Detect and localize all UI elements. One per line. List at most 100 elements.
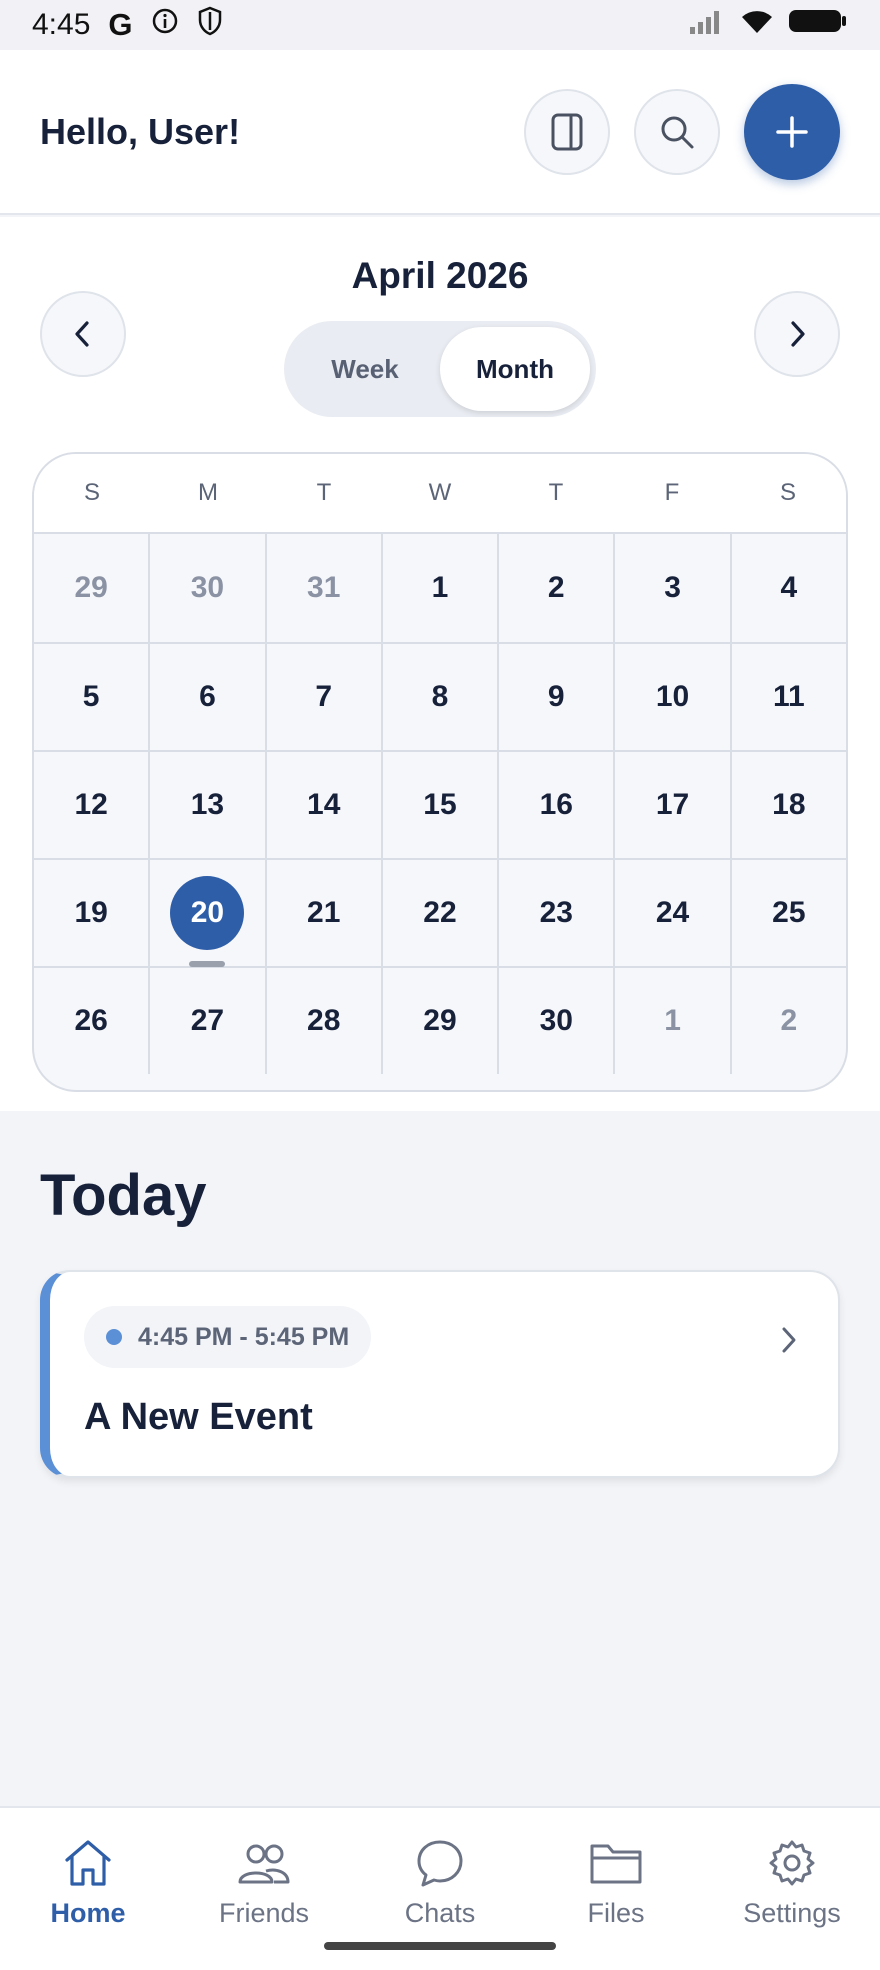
gear-icon [769, 1840, 815, 1886]
month-view-tab[interactable]: Month [440, 327, 590, 411]
calendar-day-number: 7 [315, 680, 333, 713]
search-button[interactable] [634, 88, 720, 175]
calendar-day-number: 27 [190, 1004, 225, 1037]
sidebar-toggle-button[interactable] [524, 88, 610, 175]
calendar-day-number: 11 [772, 680, 805, 713]
calendar-day[interactable]: 28 [264, 968, 381, 1074]
chat-icon [417, 1840, 463, 1887]
previous-month-button[interactable] [40, 291, 126, 377]
folder-icon [590, 1844, 642, 1884]
calendar-day[interactable]: 29 [380, 968, 497, 1074]
next-month-button[interactable] [754, 291, 840, 377]
calendar-day[interactable]: 11 [729, 644, 846, 750]
calendar-day-number: 19 [74, 896, 108, 929]
calendar-day-number: 8 [431, 680, 449, 713]
calendar-week-row: 12 13 14 15 16 17 18 [34, 750, 846, 858]
wifi-icon [740, 7, 774, 43]
calendar-day-number: 9 [547, 680, 565, 713]
calendar-week-row: 5 6 7 8 9 10 11 [34, 642, 846, 750]
calendar-day-number: 20 [170, 876, 245, 950]
calendar-day[interactable]: 23 [497, 860, 613, 966]
calendar-day-number: 1 [664, 1004, 681, 1037]
nav-settings[interactable]: Settings [704, 1808, 880, 1970]
calendar-day[interactable]: 31 [264, 534, 381, 642]
calendar-day[interactable]: 19 [34, 860, 148, 966]
calendar-day[interactable]: 22 [380, 860, 497, 966]
nav-files-label: Files [587, 1898, 645, 1928]
calendar-day[interactable]: 7 [264, 644, 381, 750]
calendar-day-selected[interactable]: 20 [148, 860, 264, 967]
signal-icon [688, 7, 726, 43]
calendar-day[interactable]: 15 [380, 752, 497, 858]
event-title: A New Event [84, 1396, 313, 1438]
app-header: Hello, User! [0, 50, 880, 215]
calendar-day-number: 2 [547, 571, 565, 604]
view-toggle: Week Month [284, 321, 596, 417]
calendar-day-number: 23 [539, 896, 573, 929]
calendar-day[interactable]: 25 [729, 860, 846, 966]
calendar-day[interactable]: 2 [497, 534, 613, 642]
calendar-day[interactable]: 26 [34, 968, 148, 1074]
calendar-day-number: 26 [74, 1004, 108, 1037]
calendar-day[interactable]: 9 [497, 644, 613, 750]
calendar-day[interactable]: 30 [148, 534, 264, 642]
add-icon [776, 115, 808, 148]
calendar-day[interactable]: 16 [497, 752, 613, 858]
calendar-day[interactable]: 30 [497, 968, 613, 1074]
calendar-day[interactable]: 13 [148, 752, 264, 858]
calendar-weeks: 29 30 31 1 2 3 4 5 6 7 8 9 10 11 12 13 14 15 16 17 18 19 20 21 2… [34, 534, 846, 1074]
calendar-day-number: 21 [307, 896, 341, 929]
chevron-left-icon [75, 321, 89, 347]
info-icon [151, 7, 179, 43]
friends-icon [238, 1844, 290, 1884]
event-time-pill: 4:45 PM - 5:45 PM [84, 1306, 372, 1368]
month-title: April 2026 [351, 255, 529, 296]
google-icon: G [108, 7, 133, 42]
chevron-right-icon [791, 321, 805, 347]
calendar-day[interactable]: 27 [148, 968, 264, 1074]
weekday-header: SMTWTFS [34, 454, 846, 534]
status-bar: 4:45 G [0, 0, 880, 50]
calendar-day-number: 17 [655, 788, 690, 821]
calendar-day[interactable]: 24 [613, 860, 729, 966]
sidebar-toggle-icon [551, 113, 583, 150]
nav-chats-label: Chats [404, 1898, 476, 1928]
calendar-day[interactable]: 21 [264, 860, 381, 966]
calendar-day[interactable]: 5 [34, 644, 148, 750]
calendar-day[interactable]: 1 [613, 968, 729, 1074]
nav-settings-label: Settings [743, 1898, 841, 1928]
calendar-day[interactable]: 29 [34, 534, 148, 642]
calendar-day[interactable]: 18 [729, 752, 846, 858]
calendar-day[interactable]: 12 [34, 752, 148, 858]
calendar-day-number: 10 [655, 680, 690, 713]
battery-icon [788, 7, 848, 43]
calendar-day[interactable]: 10 [613, 644, 729, 750]
calendar-week-row: 19 20 21 22 23 24 25 [34, 858, 846, 967]
calendar-day[interactable]: 17 [613, 752, 729, 858]
week-view-tab[interactable]: Week [290, 327, 440, 411]
weekday-label: T [316, 479, 332, 506]
calendar-week-row: 26 27 28 29 30 1 2 [34, 966, 846, 1074]
calendar-day-number: 31 [307, 571, 341, 604]
calendar-day[interactable]: 2 [729, 968, 846, 1074]
calendar-day[interactable]: 6 [148, 644, 264, 750]
calendar-day-number: 25 [772, 896, 806, 929]
calendar-day-number: 14 [307, 788, 341, 821]
calendar-day[interactable]: 1 [380, 534, 497, 642]
calendar-day-number: 1 [431, 571, 449, 604]
calendar-day[interactable]: 3 [613, 534, 729, 642]
weekday-label: T [548, 479, 564, 506]
add-event-button[interactable] [744, 83, 840, 180]
calendar-day-number: 12 [74, 788, 108, 821]
event-card[interactable]: 4:45 PM - 5:45 PM A New Event [40, 1270, 840, 1478]
nav-home[interactable]: Home [0, 1808, 176, 1970]
home-indicator [324, 1942, 556, 1950]
nav-home-label: Home [50, 1898, 126, 1928]
calendar-day[interactable]: 8 [380, 644, 497, 750]
calendar-day-number: 28 [307, 1004, 341, 1037]
calendar-day[interactable]: 4 [729, 534, 846, 642]
calendar-day-number: 15 [423, 788, 457, 821]
calendar-day-number: 30 [190, 571, 225, 604]
calendar-day[interactable]: 14 [264, 752, 381, 858]
calendar-day-number: 13 [190, 788, 225, 821]
